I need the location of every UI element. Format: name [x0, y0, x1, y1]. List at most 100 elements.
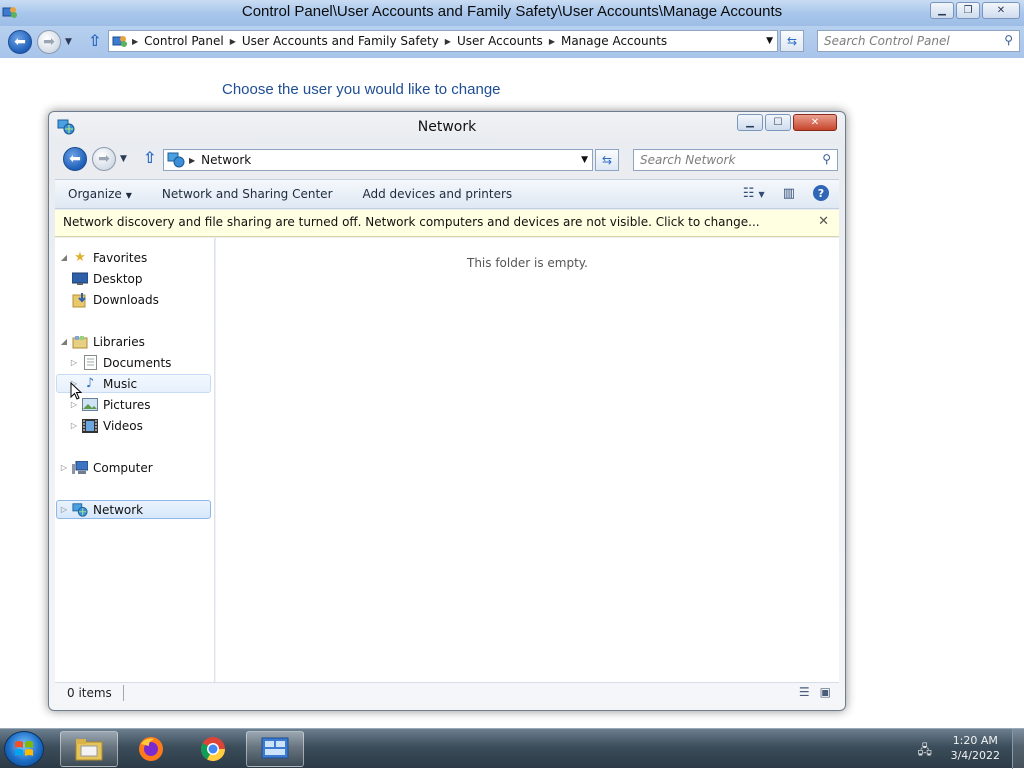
network-sharing-center-button[interactable]: Network and Sharing Center [147, 187, 348, 201]
arrow-up-icon: ⇧ [88, 31, 102, 50]
arrow-left-icon: ⬅ [69, 151, 81, 167]
restore-icon: ❐ [963, 5, 973, 16]
details-view-icon[interactable]: ☰ [799, 685, 810, 699]
control-panel-icon [261, 737, 289, 759]
start-button[interactable] [4, 731, 44, 767]
close-icon: ✕ [810, 117, 820, 128]
forward-button[interactable]: ➡ [37, 30, 61, 54]
control-panel-titlebar[interactable]: Control Panel\User Accounts and Family S… [0, 0, 1024, 26]
status-divider [123, 685, 124, 701]
restore-button[interactable]: ❐ [956, 2, 980, 19]
expand-arrow-icon[interactable]: ▷ [69, 421, 79, 430]
address-dropdown-icon[interactable]: ▼ [581, 155, 588, 165]
minimize-button[interactable]: ▁ [930, 2, 954, 19]
taskbar: 🖧 1:20 AM 3/4/2022 [0, 728, 1024, 769]
firefox-icon [139, 737, 163, 761]
libraries-icon [72, 334, 88, 350]
refresh-button[interactable]: ⇆ [780, 30, 804, 52]
collapse-arrow-icon[interactable]: ◢ [59, 253, 69, 262]
taskbar-firefox-button[interactable] [122, 731, 180, 767]
computer-icon [72, 460, 88, 476]
command-bar: Organize ▼ Network and Sharing Center Add… [55, 179, 839, 209]
organize-label: Organize [68, 187, 122, 201]
taskbar-chrome-button[interactable] [184, 731, 242, 767]
tree-item-videos[interactable]: ▷ Videos [69, 416, 143, 435]
tree-item-libraries[interactable]: ◢ Libraries [59, 332, 145, 351]
music-note-icon: ♪ [85, 376, 95, 391]
large-icons-view-icon[interactable]: ▣ [820, 685, 831, 699]
clock-date: 3/4/2022 [950, 749, 1000, 762]
tree-item-label: Documents [103, 355, 172, 370]
network-window: Network ▁ ☐ ✕ ⬅ ➡ ▼ ⇧ ▶ Network ▼ ⇆ Sear… [48, 111, 846, 711]
back-button[interactable]: ⬅ [63, 147, 87, 171]
expand-arrow-icon[interactable]: ▷ [69, 400, 79, 409]
network-tray-icon[interactable]: 🖧 [918, 741, 933, 763]
arrow-right-icon: ➡ [43, 34, 55, 50]
navigation-pane: ◢ ★ Favorites Desktop Downloads ◢ Librar… [55, 238, 215, 682]
file-list-pane[interactable]: This folder is empty. [216, 238, 839, 682]
close-button[interactable]: ✕ [982, 2, 1020, 19]
tree-item-desktop[interactable]: Desktop [69, 269, 143, 288]
up-button[interactable]: ⇧ [88, 31, 101, 50]
close-button[interactable]: ✕ [793, 114, 837, 131]
breadcrumb-user-accounts-family-safety[interactable]: User Accounts and Family Safety [236, 34, 445, 48]
chevron-down-icon: ▼ [125, 191, 132, 200]
maximize-button[interactable]: ☐ [765, 114, 791, 131]
arrow-up-icon: ⇧ [143, 148, 157, 167]
pictures-icon [82, 397, 98, 413]
search-control-panel-input[interactable]: Search Control Panel ⚲ [817, 30, 1020, 52]
search-placeholder: Search Control Panel [824, 34, 950, 48]
search-placeholder: Search Network [640, 153, 736, 167]
control-panel-navbar: ⬅ ➡ ▼ ⇧ ▶ Control Panel ▶ User Accounts … [0, 26, 1024, 58]
windows-logo-icon [15, 741, 33, 756]
maximize-icon: ☐ [773, 117, 783, 128]
taskbar-control-panel-button[interactable] [246, 731, 304, 767]
breadcrumb-network[interactable]: Network [195, 153, 257, 167]
minimize-button[interactable]: ▁ [737, 114, 763, 131]
network-icon [72, 502, 88, 518]
help-icon[interactable]: ? [813, 185, 829, 201]
network-discovery-infobar[interactable]: Network discovery and file sharing are t… [55, 210, 839, 237]
breadcrumb-user-accounts[interactable]: User Accounts [451, 34, 549, 48]
address-dropdown-icon[interactable]: ▼ [766, 36, 773, 46]
expand-arrow-icon[interactable]: ▷ [69, 358, 79, 367]
breadcrumb-control-panel[interactable]: Control Panel [138, 34, 230, 48]
tree-item-network[interactable]: ▷ Network [56, 500, 211, 519]
organize-button[interactable]: Organize ▼ [55, 187, 147, 201]
network-navbar: ⬅ ➡ ▼ ⇧ ▶ Network ▼ ⇆ Search Network ⚲ [49, 144, 845, 176]
collapse-arrow-icon[interactable]: ◢ [59, 337, 69, 346]
control-panel-title: Control Panel\User Accounts and Family S… [241, 3, 783, 20]
view-options-icon: ☷ [742, 185, 755, 201]
infobar-close-icon[interactable]: ✕ [818, 214, 829, 229]
up-button[interactable]: ⇧ [143, 148, 156, 167]
network-titlebar[interactable]: Network ▁ ☐ ✕ [49, 112, 845, 142]
show-desktop-button[interactable] [1012, 729, 1024, 769]
tree-item-favorites[interactable]: ◢ ★ Favorites [59, 248, 147, 267]
network-title: Network [417, 119, 477, 135]
expand-arrow-icon[interactable]: ▷ [59, 463, 69, 472]
system-clock[interactable]: 1:20 AM 3/4/2022 [951, 733, 1000, 763]
recent-pages-dropdown[interactable]: ▼ [120, 154, 127, 164]
change-view-button[interactable]: ☷ ▼ [743, 186, 765, 201]
tree-item-computer[interactable]: ▷ Computer [59, 458, 153, 477]
add-devices-printers-button[interactable]: Add devices and printers [348, 187, 528, 201]
close-icon: ✕ [996, 5, 1006, 16]
search-icon[interactable]: ⚲ [822, 152, 831, 166]
tree-item-documents[interactable]: ▷ Documents [69, 353, 171, 372]
network-small-icon [167, 152, 185, 168]
preview-pane-button[interactable]: ▥ [783, 186, 795, 201]
search-icon[interactable]: ⚲ [1004, 33, 1013, 47]
refresh-icon: ⇆ [601, 153, 613, 167]
search-network-input[interactable]: Search Network ⚲ [633, 149, 838, 171]
address-bar[interactable]: ▶ Control Panel ▶ User Accounts and Fami… [108, 30, 778, 52]
expand-arrow-icon[interactable]: ▷ [59, 505, 69, 514]
forward-button[interactable]: ➡ [92, 147, 116, 171]
address-bar[interactable]: ▶ Network ▼ [163, 149, 593, 171]
refresh-button[interactable]: ⇆ [595, 149, 619, 171]
recent-pages-dropdown[interactable]: ▼ [65, 37, 72, 47]
breadcrumb-manage-accounts[interactable]: Manage Accounts [555, 34, 673, 48]
back-button[interactable]: ⬅ [8, 30, 32, 54]
tree-item-downloads[interactable]: Downloads [69, 290, 159, 309]
taskbar-explorer-button[interactable] [60, 731, 118, 767]
page-heading: Choose the user you would like to change [222, 81, 501, 98]
